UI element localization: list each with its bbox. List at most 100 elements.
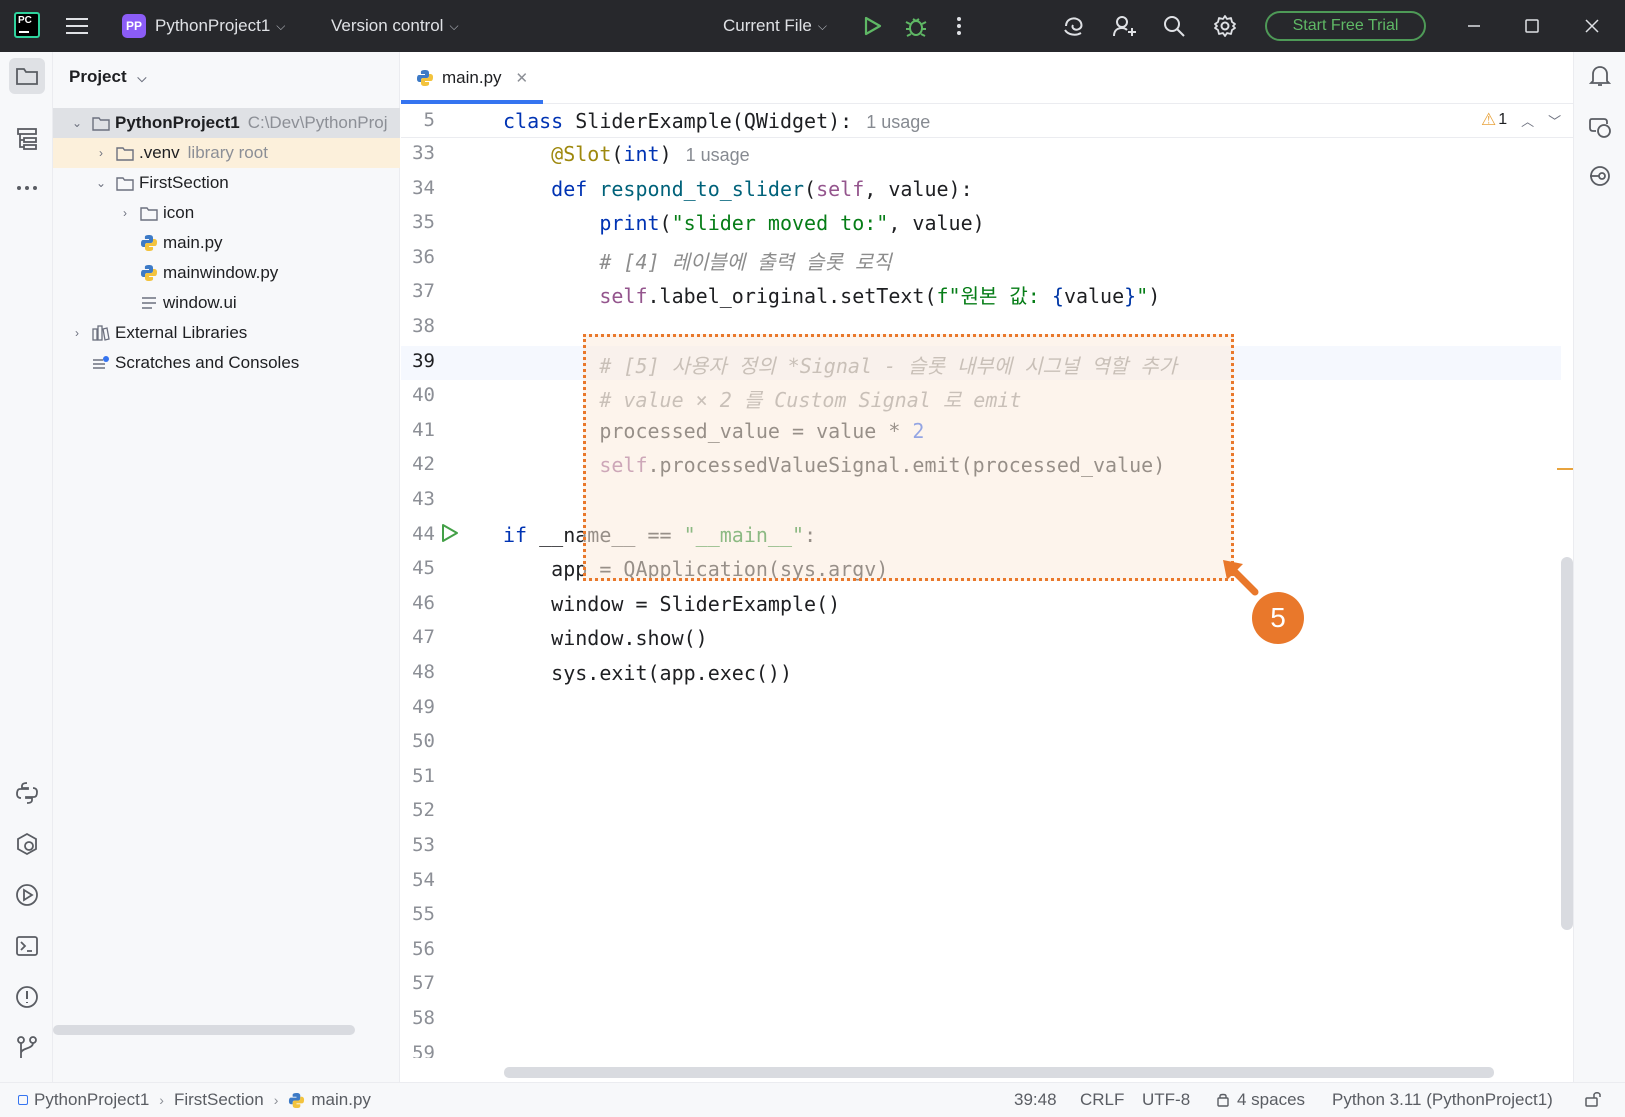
line-number: 59 <box>412 1041 435 1058</box>
code-line: 41 processed_value = value * 2 <box>401 415 1561 450</box>
project-switcher[interactable]: PP PythonProject1 ⌵ <box>122 0 285 52</box>
line-number: 35 <box>412 211 435 234</box>
chevron-down-icon: ⌵ <box>449 18 459 33</box>
code-line: 34 def respond_to_slider(self, value): <box>401 173 1561 208</box>
project-panel-header[interactable]: Project ⌵ <box>69 67 146 87</box>
pycharm-logo-icon[interactable]: PC <box>14 12 40 38</box>
structure-tool-icon[interactable] <box>9 121 45 157</box>
ai-chat-icon[interactable] <box>1582 109 1618 145</box>
python-packages-icon[interactable] <box>9 775 45 811</box>
usage-hint[interactable]: 1 usage <box>686 145 750 165</box>
tree-item-mainwindow-py[interactable]: mainwindow.py <box>53 258 400 288</box>
tree-item-scratches[interactable]: Scratches and Consoles <box>53 348 400 378</box>
line-number: 45 <box>412 557 435 580</box>
chevron-right-icon[interactable]: › <box>69 326 85 340</box>
start-free-trial-button[interactable]: Start Free Trial <box>1265 11 1426 41</box>
code-line: 40 # value × 2 를 Custom Signal 로 emit <box>401 380 1561 415</box>
warning-stripe-marker[interactable] <box>1557 468 1573 470</box>
tree-item-external-libraries[interactable]: › External Libraries <box>53 318 400 348</box>
code-line: 58 <box>401 1003 1561 1038</box>
code-area[interactable]: 33 @Slot(int) 1 usage 34 def respond_to_s… <box>401 138 1573 1058</box>
close-window-icon[interactable] <box>1584 0 1604 52</box>
run-configuration-selector[interactable]: Current File ⌵ <box>723 0 827 52</box>
minimize-icon[interactable] <box>1466 0 1486 52</box>
line-number: 33 <box>412 142 435 164</box>
code-editor: main.py ✕ 5 class SliderExample(QWidget)… <box>401 52 1573 1082</box>
maximize-icon[interactable] <box>1524 0 1544 52</box>
project-tool-icon[interactable] <box>9 58 45 94</box>
code-line: 55 <box>401 899 1561 934</box>
tree-item-icon-folder[interactable]: › icon <box>53 198 400 228</box>
chevron-down-icon[interactable]: ⌄ <box>93 176 109 190</box>
line-ending-selector[interactable]: CRLF <box>1080 1090 1124 1110</box>
code-line: 36 # [4] 레이블에 출력 슬롯 로직 <box>401 242 1561 277</box>
chevron-right-icon: › <box>159 1092 164 1108</box>
code-line: 38 <box>401 311 1561 346</box>
code-line: 33 @Slot(int) 1 usage <box>401 138 1561 173</box>
chevron-right-icon[interactable]: › <box>117 206 133 220</box>
chevron-right-icon[interactable]: › <box>93 146 109 160</box>
previous-highlight-icon[interactable]: ︿ <box>1521 111 1534 130</box>
notifications-icon[interactable] <box>1582 58 1618 94</box>
breadcrumb-item[interactable]: PythonProject1 <box>34 1090 149 1110</box>
main-menu-icon[interactable] <box>66 0 88 52</box>
breadcrumb-item[interactable]: main.py <box>311 1090 371 1110</box>
folder-icon <box>115 173 135 193</box>
run-tool-icon[interactable] <box>9 877 45 913</box>
editor-horizontal-scrollbar[interactable] <box>504 1067 1494 1078</box>
tab-main-py[interactable]: main.py ✕ <box>416 52 528 104</box>
tree-item-firstsection[interactable]: ⌄ FirstSection <box>53 168 400 198</box>
tree-item-window-ui[interactable]: window.ui <box>53 288 400 318</box>
version-control-menu[interactable]: Version control ⌵ <box>331 0 459 52</box>
line-number: 51 <box>412 764 435 787</box>
line-number: 44 <box>412 522 435 545</box>
tree-item-label: mainwindow.py <box>163 263 279 282</box>
search-icon[interactable] <box>1163 0 1185 52</box>
tree-item-venv[interactable]: › .venv library root <box>53 138 400 168</box>
line-number: 57 <box>412 972 435 995</box>
problems-icon[interactable] <box>9 979 45 1015</box>
close-tab-icon[interactable]: ✕ <box>516 69 529 87</box>
tree-item-label: main.py <box>163 233 223 252</box>
right-tool-strip <box>1573 52 1625 1082</box>
title-bar: PC PP PythonProject1 ⌵ Version control ⌵… <box>0 0 1625 52</box>
project-panel-scrollbar[interactable] <box>53 1025 355 1035</box>
terminal-icon[interactable] <box>9 928 45 964</box>
indent-selector[interactable]: 4 spaces <box>1215 1090 1305 1110</box>
sticky-class-header[interactable]: 5 class SliderExample(QWidget): 1 usage ⚠… <box>401 104 1573 138</box>
more-tools-icon[interactable] <box>9 170 45 206</box>
editor-tab-bar: main.py ✕ <box>401 52 1573 104</box>
line-number: 54 <box>412 868 435 891</box>
code-line: 53 <box>401 830 1561 865</box>
tree-item-main-py[interactable]: main.py <box>53 228 400 258</box>
vcs-incoming-icon[interactable] <box>1582 158 1618 194</box>
gear-icon[interactable] <box>1214 0 1236 52</box>
more-actions-icon[interactable] <box>956 0 962 52</box>
ai-assistant-icon[interactable] <box>1062 0 1086 52</box>
encoding-selector[interactable]: UTF-8 <box>1142 1090 1190 1110</box>
services-icon[interactable] <box>9 826 45 862</box>
inspection-widget[interactable]: ⚠ 1 ︿ ﹀ <box>1481 110 1561 130</box>
code-text: print("slider moved to:", value) <box>599 211 985 236</box>
run-icon[interactable] <box>864 0 882 52</box>
editor-vertical-scrollbar[interactable] <box>1561 557 1573 930</box>
chevron-down-icon: ⌵ <box>137 71 147 85</box>
interpreter-selector[interactable]: Python 3.11 (PythonProject1) <box>1332 1090 1553 1110</box>
tree-item-project-root[interactable]: ⌄ PythonProject1 C:\Dev\PythonProj <box>53 108 400 138</box>
tree-item-label: Scratches and Consoles <box>115 353 300 372</box>
python-file-icon <box>139 263 159 283</box>
line-number: 40 <box>412 384 435 407</box>
chevron-down-icon[interactable]: ⌄ <box>69 116 85 130</box>
caret-position[interactable]: 39:48 <box>1014 1090 1057 1110</box>
debug-icon[interactable] <box>905 0 927 52</box>
run-gutter-icon[interactable] <box>441 523 459 549</box>
git-icon[interactable] <box>9 1030 45 1066</box>
breadcrumb-item[interactable]: FirstSection <box>174 1090 264 1110</box>
next-highlight-icon[interactable]: ﹀ <box>1548 111 1561 130</box>
add-user-icon[interactable] <box>1113 0 1137 52</box>
code-line: 46 window = SliderExample() <box>401 588 1561 623</box>
ui-file-icon <box>139 293 159 313</box>
project-panel: Project ⌵ ⌄ PythonProject1 C:\Dev\Python… <box>53 52 400 1082</box>
lock-icon[interactable] <box>1584 1090 1602 1108</box>
usage-hint[interactable]: 1 usage <box>866 112 930 132</box>
